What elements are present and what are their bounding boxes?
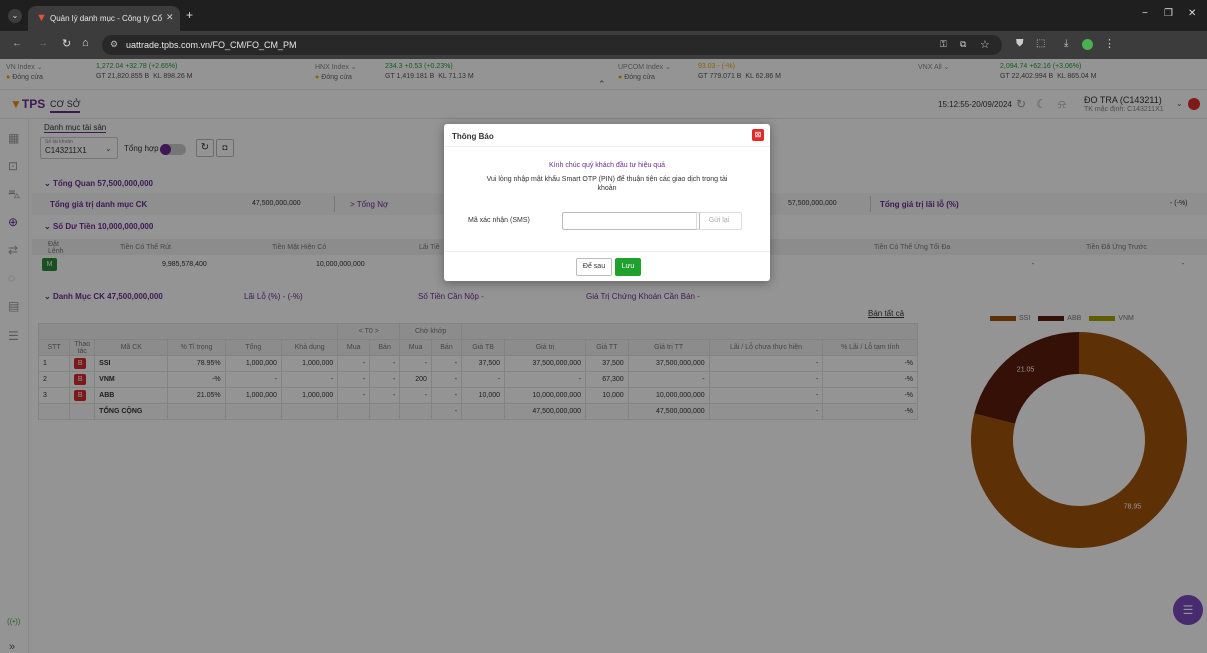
restore-icon[interactable]: ❐ bbox=[1164, 8, 1173, 19]
close-tab-icon[interactable]: ✕ bbox=[166, 12, 174, 23]
bookmark-star-icon[interactable]: ☆ bbox=[980, 38, 990, 51]
address-toolbar: ← → ↻ ⌂ ⚙ uattrade.tpbs.com.vn/FO_CM/FO_… bbox=[0, 31, 1207, 59]
install-app-icon[interactable]: ⧉ bbox=[960, 39, 966, 50]
back-icon[interactable]: ← bbox=[12, 38, 22, 49]
forward-icon[interactable]: → bbox=[38, 38, 48, 49]
sms-code-input[interactable] bbox=[562, 212, 700, 230]
reload-icon[interactable]: ↻ bbox=[62, 37, 71, 50]
url-text: uattrade.tpbs.com.vn/FO_CM/FO_CM_PM bbox=[126, 40, 297, 50]
close-window-icon[interactable]: ✕ bbox=[1188, 8, 1196, 19]
extensions-icon[interactable]: ⬚ bbox=[1036, 38, 1045, 49]
tab-title: Quản lý danh mục - Công ty Cổ bbox=[50, 14, 163, 23]
tpbs-favicon-icon: ▼ bbox=[36, 12, 47, 24]
url-bar[interactable]: ⚙ uattrade.tpbs.com.vn/FO_CM/FO_CM_PM ⚿ … bbox=[102, 35, 1002, 55]
new-tab-icon[interactable]: + bbox=[186, 8, 193, 22]
otp-modal: Thông Báo ⊠ Kính chúc quý khách đầu tư h… bbox=[444, 124, 770, 281]
modal-greeting: Kính chúc quý khách đầu tư hiệu quả bbox=[549, 162, 665, 169]
save-button[interactable]: Lưu bbox=[615, 258, 641, 276]
later-button[interactable]: Để sau bbox=[576, 258, 612, 276]
modal-message: Vui lòng nhập mật khẩu Smart OTP (PIN) đ… bbox=[486, 176, 728, 192]
tab-list-icon[interactable]: ⌄ bbox=[8, 9, 22, 23]
resend-button[interactable]: Gửi lại bbox=[696, 212, 742, 230]
password-key-icon[interactable]: ⚿ bbox=[940, 39, 947, 50]
profile-avatar[interactable] bbox=[1082, 39, 1093, 50]
modal-title: Thông Báo bbox=[452, 132, 494, 141]
browser-tab[interactable]: ▼ Quản lý danh mục - Công ty Cổ ✕ bbox=[28, 6, 180, 31]
extension-shield-icon[interactable]: ⛊ bbox=[1016, 38, 1024, 49]
home-icon[interactable]: ⌂ bbox=[82, 37, 89, 49]
browser-tab-bar: ⌄ ▼ Quản lý danh mục - Công ty Cổ ✕ + − … bbox=[0, 0, 1207, 31]
modal-close-icon[interactable]: ⊠ bbox=[752, 129, 764, 141]
minimize-icon[interactable]: − bbox=[1142, 8, 1148, 19]
browser-menu-icon[interactable]: ⋮ bbox=[1104, 37, 1115, 50]
download-icon[interactable]: ⤓ bbox=[1064, 38, 1068, 49]
code-label: Mã xác nhận (SMS) bbox=[468, 217, 530, 224]
site-info-icon[interactable]: ⚙ bbox=[110, 39, 118, 50]
